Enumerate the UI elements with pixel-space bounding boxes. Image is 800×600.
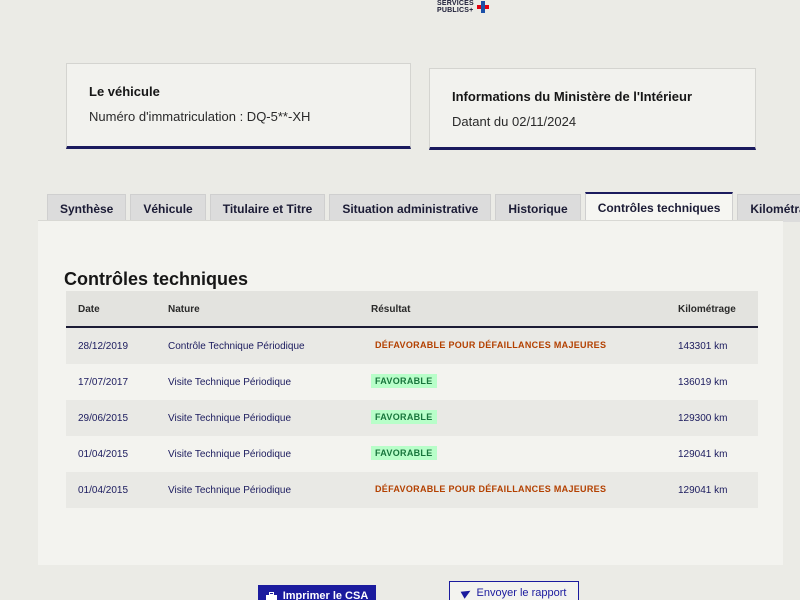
tab-synthese[interactable]: Synthèse [47, 194, 127, 222]
cell-nature: Contrôle Technique Périodique [168, 341, 305, 352]
cell-date: 17/07/2017 [78, 377, 129, 388]
table-row: 17/07/2017 Visite Technique Périodique F… [66, 364, 758, 400]
print-csa-button[interactable]: Imprimer le CSA [258, 585, 376, 600]
send-icon [460, 587, 472, 599]
send-button-label: Envoyer le rapport [476, 587, 567, 599]
header-km: Kilométrage [678, 304, 736, 315]
cell-km: 143301 km [678, 341, 728, 352]
logo-line-2: PUBLICS+ [437, 7, 474, 14]
cell-date: 01/04/2015 [78, 449, 129, 460]
tab-titulaire[interactable]: Titulaire et Titre [209, 194, 326, 222]
print-button-label: Imprimer le CSA [282, 590, 369, 600]
services-publics-logo: SERVICES PUBLICS+ [437, 0, 489, 14]
tab-kilometrage[interactable]: Kilométrage [737, 194, 800, 222]
cell-km: 129300 km [678, 413, 728, 424]
result-badge: DÉFAVORABLE POUR DÉFAILLANCES MAJEURES [375, 484, 607, 494]
send-report-button[interactable]: Envoyer le rapport [449, 581, 579, 600]
result-badge: FAVORABLE [371, 410, 437, 424]
tab-panel: Contrôles techniques Date Nature Résulta… [38, 220, 783, 565]
table-row: 29/06/2015 Visite Technique Périodique F… [66, 400, 758, 436]
tab-bar: Synthèse Véhicule Titulaire et Titre Sit… [47, 190, 800, 222]
cell-nature: Visite Technique Périodique [168, 485, 292, 496]
cell-date: 28/12/2019 [78, 341, 129, 352]
cell-km: 129041 km [678, 449, 728, 460]
result-badge: DÉFAVORABLE POUR DÉFAILLANCES MAJEURES [375, 340, 607, 350]
table-row: 01/04/2015 Visite Technique Périodique F… [66, 436, 758, 472]
vehicle-card: Le véhicule Numéro d'immatriculation : D… [66, 63, 411, 149]
printer-icon [265, 591, 277, 600]
header-nature: Nature [168, 304, 200, 315]
header-result: Résultat [371, 304, 411, 315]
page-title: Contrôles techniques [64, 269, 249, 289]
vehicle-card-title: Le véhicule [89, 84, 160, 99]
registration-number: Numéro d'immatriculation : DQ-5**-XH [89, 109, 311, 124]
table-row: 28/12/2019 Contrôle Technique Périodique… [66, 328, 758, 364]
ministry-card-title: Informations du Ministère de l'Intérieur [452, 89, 693, 104]
logo-line-1: SERVICES [437, 0, 474, 7]
table-header: Date Nature Résultat Kilométrage [66, 291, 758, 328]
result-badge: FAVORABLE [371, 446, 437, 460]
tab-historique[interactable]: Historique [495, 194, 581, 222]
table-row: 01/04/2015 Visite Technique Périodique D… [66, 472, 758, 508]
cell-nature: Visite Technique Périodique [168, 449, 292, 460]
cell-date: 01/04/2015 [78, 485, 129, 496]
header-date: Date [78, 304, 100, 315]
plus-icon [476, 1, 489, 13]
ministry-card-date: Datant du 02/11/2024 [452, 114, 577, 129]
cell-km: 129041 km [678, 485, 728, 496]
tab-situation-administrative[interactable]: Situation administrative [329, 194, 492, 222]
table-body: 28/12/2019 Contrôle Technique Périodique… [66, 328, 758, 508]
result-badge: FAVORABLE [371, 374, 437, 388]
tab-controles-techniques[interactable]: Contrôles techniques [584, 192, 734, 222]
cell-km: 136019 km [678, 377, 728, 388]
cell-nature: Visite Technique Périodique [168, 413, 292, 424]
ministry-card: Informations du Ministère de l'Intérieur… [429, 68, 756, 150]
cell-date: 29/06/2015 [78, 413, 129, 424]
cell-nature: Visite Technique Périodique [168, 377, 292, 388]
tab-vehicule[interactable]: Véhicule [130, 194, 206, 222]
controls-table: Date Nature Résultat Kilométrage 28/12/2… [66, 291, 758, 508]
